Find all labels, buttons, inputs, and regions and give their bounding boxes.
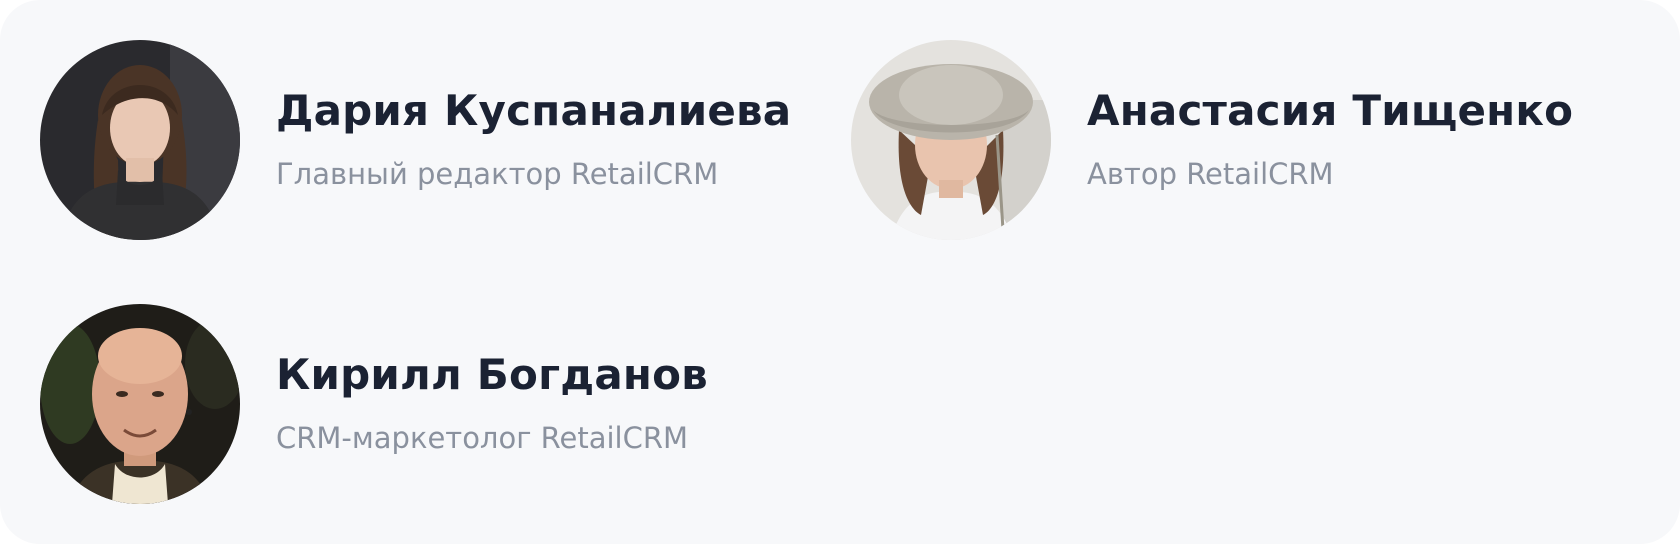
- author-name: Анастасия Тищенко: [1087, 86, 1574, 135]
- author-role: Главный редактор RetailCRM: [276, 157, 719, 191]
- author-avatar: [851, 40, 1051, 240]
- author-item: Кирилл Богданов CRM-маркетолог RetailCRM: [40, 304, 800, 504]
- authors-card: Дария Куспаналиева Главный редактор Reta…: [0, 0, 1680, 544]
- author-item: Дария Куспаналиева Главный редактор Reta…: [40, 40, 800, 240]
- author-name: Кирилл Богданов: [276, 350, 708, 399]
- author-item: Анастасия Тищенко Автор RetailCRM: [851, 40, 1611, 240]
- author-avatar: [40, 304, 240, 504]
- author-role: Автор RetailCRM: [1087, 157, 1334, 191]
- author-avatar: [40, 40, 240, 240]
- author-name: Дария Куспаналиева: [276, 86, 792, 135]
- author-role: CRM-маркетолог RetailCRM: [276, 421, 689, 455]
